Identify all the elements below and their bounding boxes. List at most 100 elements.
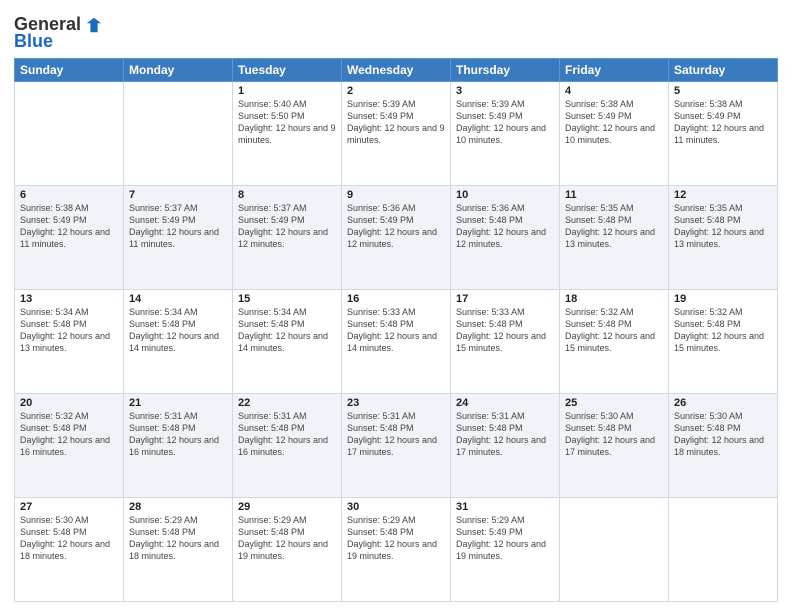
weekday-header-tuesday: Tuesday [233,59,342,82]
calendar-cell: 3Sunrise: 5:39 AM Sunset: 5:49 PM Daylig… [451,82,560,186]
day-number: 12 [674,189,772,201]
day-info: Sunrise: 5:36 AM Sunset: 5:48 PM Dayligh… [456,202,554,251]
day-info: Sunrise: 5:31 AM Sunset: 5:48 PM Dayligh… [347,410,445,459]
day-info: Sunrise: 5:29 AM Sunset: 5:48 PM Dayligh… [238,514,336,563]
day-number: 18 [565,293,663,305]
day-number: 16 [347,293,445,305]
calendar-cell: 16Sunrise: 5:33 AM Sunset: 5:48 PM Dayli… [342,290,451,394]
week-row-2: 13Sunrise: 5:34 AM Sunset: 5:48 PM Dayli… [15,290,778,394]
calendar-cell [124,82,233,186]
day-number: 10 [456,189,554,201]
calendar-cell [15,82,124,186]
day-number: 25 [565,397,663,409]
calendar-cell: 28Sunrise: 5:29 AM Sunset: 5:48 PM Dayli… [124,498,233,602]
week-row-1: 6Sunrise: 5:38 AM Sunset: 5:49 PM Daylig… [15,186,778,290]
calendar-cell: 11Sunrise: 5:35 AM Sunset: 5:48 PM Dayli… [560,186,669,290]
calendar-cell: 1Sunrise: 5:40 AM Sunset: 5:50 PM Daylig… [233,82,342,186]
calendar-cell [560,498,669,602]
day-info: Sunrise: 5:31 AM Sunset: 5:48 PM Dayligh… [456,410,554,459]
day-info: Sunrise: 5:35 AM Sunset: 5:48 PM Dayligh… [674,202,772,251]
weekday-header-thursday: Thursday [451,59,560,82]
day-number: 5 [674,85,772,97]
day-number: 20 [20,397,118,409]
day-info: Sunrise: 5:33 AM Sunset: 5:48 PM Dayligh… [456,306,554,355]
day-number: 7 [129,189,227,201]
day-info: Sunrise: 5:34 AM Sunset: 5:48 PM Dayligh… [129,306,227,355]
day-number: 27 [20,501,118,513]
day-info: Sunrise: 5:32 AM Sunset: 5:48 PM Dayligh… [565,306,663,355]
day-info: Sunrise: 5:38 AM Sunset: 5:49 PM Dayligh… [674,98,772,147]
day-number: 28 [129,501,227,513]
calendar-cell: 7Sunrise: 5:37 AM Sunset: 5:49 PM Daylig… [124,186,233,290]
day-number: 9 [347,189,445,201]
day-info: Sunrise: 5:30 AM Sunset: 5:48 PM Dayligh… [565,410,663,459]
calendar-cell: 30Sunrise: 5:29 AM Sunset: 5:48 PM Dayli… [342,498,451,602]
calendar-cell: 8Sunrise: 5:37 AM Sunset: 5:49 PM Daylig… [233,186,342,290]
day-number: 17 [456,293,554,305]
day-info: Sunrise: 5:29 AM Sunset: 5:49 PM Dayligh… [456,514,554,563]
day-info: Sunrise: 5:39 AM Sunset: 5:49 PM Dayligh… [456,98,554,147]
day-info: Sunrise: 5:39 AM Sunset: 5:49 PM Dayligh… [347,98,445,147]
day-info: Sunrise: 5:38 AM Sunset: 5:49 PM Dayligh… [20,202,118,251]
calendar-cell: 15Sunrise: 5:34 AM Sunset: 5:48 PM Dayli… [233,290,342,394]
calendar-cell: 18Sunrise: 5:32 AM Sunset: 5:48 PM Dayli… [560,290,669,394]
calendar-table: SundayMondayTuesdayWednesdayThursdayFrid… [14,58,778,602]
calendar-cell: 10Sunrise: 5:36 AM Sunset: 5:48 PM Dayli… [451,186,560,290]
day-number: 13 [20,293,118,305]
day-number: 3 [456,85,554,97]
day-info: Sunrise: 5:40 AM Sunset: 5:50 PM Dayligh… [238,98,336,147]
calendar-cell: 31Sunrise: 5:29 AM Sunset: 5:49 PM Dayli… [451,498,560,602]
calendar-cell: 9Sunrise: 5:36 AM Sunset: 5:49 PM Daylig… [342,186,451,290]
calendar-cell: 6Sunrise: 5:38 AM Sunset: 5:49 PM Daylig… [15,186,124,290]
day-number: 29 [238,501,336,513]
weekday-header-sunday: Sunday [15,59,124,82]
day-info: Sunrise: 5:34 AM Sunset: 5:48 PM Dayligh… [238,306,336,355]
day-number: 30 [347,501,445,513]
calendar-cell: 24Sunrise: 5:31 AM Sunset: 5:48 PM Dayli… [451,394,560,498]
day-number: 11 [565,189,663,201]
day-info: Sunrise: 5:31 AM Sunset: 5:48 PM Dayligh… [238,410,336,459]
header: General Blue [14,10,778,52]
calendar-cell: 12Sunrise: 5:35 AM Sunset: 5:48 PM Dayli… [669,186,778,290]
calendar-cell: 22Sunrise: 5:31 AM Sunset: 5:48 PM Dayli… [233,394,342,498]
day-number: 24 [456,397,554,409]
calendar-cell: 26Sunrise: 5:30 AM Sunset: 5:48 PM Dayli… [669,394,778,498]
week-row-4: 27Sunrise: 5:30 AM Sunset: 5:48 PM Dayli… [15,498,778,602]
calendar-cell [669,498,778,602]
weekday-header-monday: Monday [124,59,233,82]
day-number: 22 [238,397,336,409]
week-row-0: 1Sunrise: 5:40 AM Sunset: 5:50 PM Daylig… [15,82,778,186]
calendar-cell: 13Sunrise: 5:34 AM Sunset: 5:48 PM Dayli… [15,290,124,394]
day-info: Sunrise: 5:37 AM Sunset: 5:49 PM Dayligh… [238,202,336,251]
day-number: 23 [347,397,445,409]
calendar-cell: 4Sunrise: 5:38 AM Sunset: 5:49 PM Daylig… [560,82,669,186]
day-info: Sunrise: 5:36 AM Sunset: 5:49 PM Dayligh… [347,202,445,251]
calendar-cell: 27Sunrise: 5:30 AM Sunset: 5:48 PM Dayli… [15,498,124,602]
day-number: 6 [20,189,118,201]
day-info: Sunrise: 5:29 AM Sunset: 5:48 PM Dayligh… [347,514,445,563]
day-number: 2 [347,85,445,97]
day-info: Sunrise: 5:34 AM Sunset: 5:48 PM Dayligh… [20,306,118,355]
day-number: 26 [674,397,772,409]
weekday-header-row: SundayMondayTuesdayWednesdayThursdayFrid… [15,59,778,82]
day-number: 15 [238,293,336,305]
logo-area: General Blue [14,10,103,52]
calendar-cell: 21Sunrise: 5:31 AM Sunset: 5:48 PM Dayli… [124,394,233,498]
day-number: 14 [129,293,227,305]
day-number: 4 [565,85,663,97]
logo-blue-text: Blue [14,31,53,52]
calendar-cell: 17Sunrise: 5:33 AM Sunset: 5:48 PM Dayli… [451,290,560,394]
weekday-header-saturday: Saturday [669,59,778,82]
day-info: Sunrise: 5:37 AM Sunset: 5:49 PM Dayligh… [129,202,227,251]
calendar-cell: 29Sunrise: 5:29 AM Sunset: 5:48 PM Dayli… [233,498,342,602]
day-info: Sunrise: 5:33 AM Sunset: 5:48 PM Dayligh… [347,306,445,355]
day-info: Sunrise: 5:30 AM Sunset: 5:48 PM Dayligh… [20,514,118,563]
day-number: 21 [129,397,227,409]
week-row-3: 20Sunrise: 5:32 AM Sunset: 5:48 PM Dayli… [15,394,778,498]
logo-flag-icon [85,16,103,34]
calendar-cell: 23Sunrise: 5:31 AM Sunset: 5:48 PM Dayli… [342,394,451,498]
calendar-cell: 20Sunrise: 5:32 AM Sunset: 5:48 PM Dayli… [15,394,124,498]
day-number: 1 [238,85,336,97]
calendar-cell: 14Sunrise: 5:34 AM Sunset: 5:48 PM Dayli… [124,290,233,394]
weekday-header-friday: Friday [560,59,669,82]
